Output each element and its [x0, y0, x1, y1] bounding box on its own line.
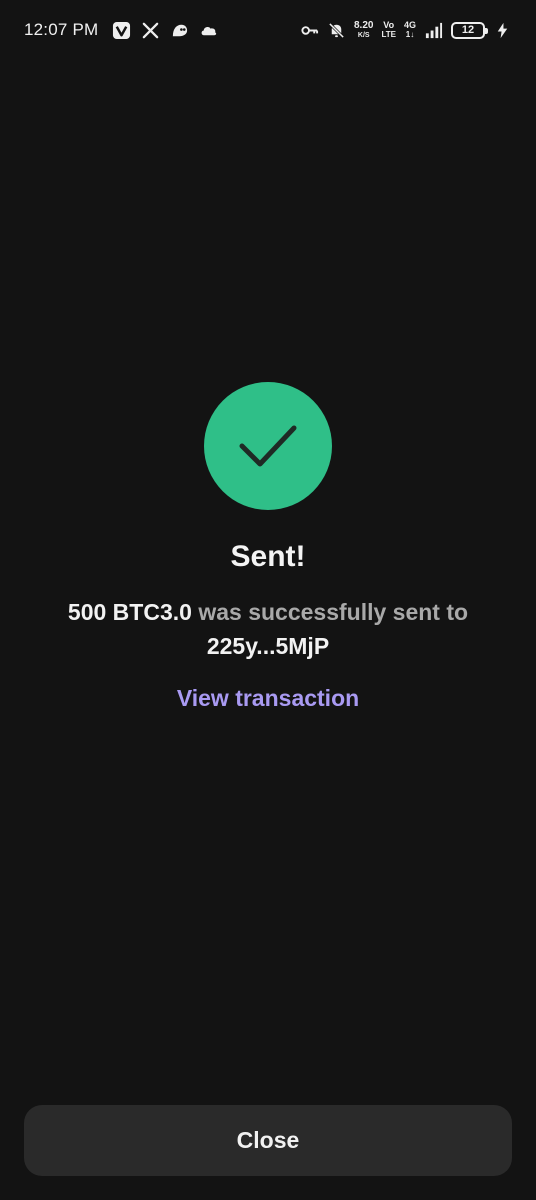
- battery-level: 12: [461, 24, 475, 36]
- v-app-icon: [112, 21, 131, 40]
- network-speed-unit: K/S: [357, 32, 370, 39]
- recipient-address: 225y...5MjP: [206, 633, 330, 659]
- message-middle-text: was successfully sent to: [191, 599, 469, 625]
- page-title: Sent!: [230, 540, 306, 573]
- close-button[interactable]: Close: [24, 1105, 512, 1176]
- bell-muted-icon: [327, 21, 346, 40]
- cloud-icon: [199, 21, 218, 40]
- success-circle: [204, 382, 332, 510]
- x-icon: [141, 21, 160, 40]
- volte-top: Vo: [383, 20, 395, 30]
- volte-bottom: LTE: [381, 30, 396, 39]
- status-bar: 12:07 PM 8.20 K/S Vo LTE 4G 1↓ 12: [0, 0, 536, 60]
- battery-indicator: 12: [451, 21, 488, 39]
- network-speed: 8.20 K/S: [354, 20, 374, 40]
- status-left: 12:07 PM: [24, 20, 218, 40]
- network-type-bottom: 1↓: [405, 30, 415, 39]
- signal-icon: [424, 21, 443, 40]
- screen: 12:07 PM 8.20 K/S Vo LTE 4G 1↓ 12 Sent! …: [0, 0, 536, 1200]
- success-message: 500 BTC3.0 was successfully sent to 225y…: [60, 595, 476, 663]
- volte-indicator: Vo LTE: [381, 21, 396, 39]
- network-type-top: 4G: [403, 20, 416, 30]
- close-button-label: Close: [236, 1127, 300, 1153]
- network-speed-value: 8.20: [354, 20, 374, 31]
- checkmark-icon: [239, 425, 297, 467]
- ghost-app-icon: [170, 21, 189, 40]
- charging-icon: [493, 21, 512, 40]
- view-transaction-link[interactable]: View transaction: [0, 685, 536, 712]
- sent-amount: 500 BTC3.0: [67, 599, 192, 625]
- status-time: 12:07 PM: [24, 20, 99, 39]
- status-right: 8.20 K/S Vo LTE 4G 1↓ 12: [300, 21, 512, 40]
- key-icon: [300, 21, 319, 40]
- network-type: 4G 1↓: [404, 21, 416, 39]
